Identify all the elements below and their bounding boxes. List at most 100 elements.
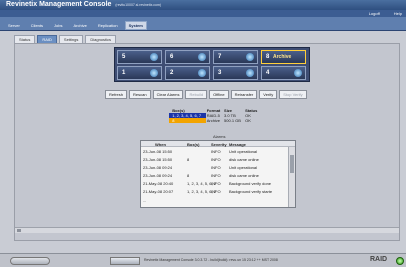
top-bar: Logoff Help [0,10,406,17]
scrollbar-thumb[interactable] [17,229,21,232]
stop-verify-button[interactable]: Stop Verify [279,90,307,99]
alarm-message: Background verify done [229,181,272,186]
drive-status-icon [150,53,158,61]
alarm-row[interactable]: ... [141,197,289,204]
alarm-row[interactable]: 23-Jun-08 15:50 INFO Unit operational [141,148,289,155]
alarm-message: Unit operational [229,165,258,170]
alarm-row[interactable]: 23-Jun-08 09:24 8 INFO disk came online [141,172,289,179]
menu-item-replication[interactable]: Replication [94,21,122,30]
alarm-severity: INFO [211,157,221,162]
status-text: Revinetix Management Console 3.0.3.72 - … [144,258,278,262]
app-title: Revinetix Management Console (revitu1000… [6,1,161,8]
alarm-when: 21-May-08 20:07 [143,189,174,194]
alarm-when: ... [143,198,147,203]
alarm-message: Unit operational [229,149,258,154]
alarms-header: When Box(s) Severity Message [141,141,295,147]
clear-alarms-button[interactable]: Clear Alarms [152,90,184,99]
array-boxes: 1, 2, 3, 4, 5, 6, 7 [171,113,206,118]
col-boxes: Box(s) [187,142,200,147]
drive-status-icon [246,53,254,61]
alarm-when: 23-Jun-08 15:50 [143,157,173,162]
scrollbar-thumb[interactable] [290,155,294,173]
drive-number: 8 [266,54,270,60]
drive-number: 3 [218,70,222,76]
horizontal-scrollbar[interactable] [15,227,399,233]
retransfer-button[interactable]: Retransfer [230,90,258,99]
drive-4[interactable]: 4 [261,66,306,80]
drive-status-icon [198,69,206,77]
drive-number: 5 [122,54,126,60]
array-boxes: 8 [171,118,206,123]
alarm-row[interactable]: 21-May-08 20:40 1, 2, 3, 4, 5, 6, 7 INFO… [141,180,289,187]
drive-5[interactable]: 5 [117,50,162,64]
menu-item-clients[interactable]: Clients [27,21,47,30]
drive-status-icon [198,53,206,61]
drive-status-icon [294,69,302,77]
alarm-when: 23-Jun-08 15:50 [143,149,173,154]
rebuild-button[interactable]: Rebuild [185,90,208,99]
raid-panel: 5 6 7 8 Archive 1 2 3 4 Refresh Rescan C… [14,43,400,241]
logoff-link[interactable]: Logoff [369,11,380,16]
status-indicator [10,257,50,265]
alarms-list[interactable]: When Box(s) Severity Message 23-Jun-08 1… [140,140,296,208]
app-name: Revinetix Management Console [6,1,112,8]
alarm-severity: INFO [211,149,221,154]
array-status: OK [245,118,251,123]
alarm-message: Background verify starte [229,189,273,194]
alarm-row[interactable]: 23-Jun-08 15:50 8 INFO disk came online [141,156,289,163]
alarm-severity: INFO [211,189,221,194]
verify-button[interactable]: Verify [259,90,278,99]
array-format: Archive [206,118,221,123]
alarm-severity: INFO [211,173,221,178]
alarms-scrollbar[interactable] [288,147,295,207]
drive-number: 6 [170,54,174,60]
drive-status-icon [246,69,254,77]
drive-2[interactable]: 2 [165,66,210,80]
drive-number: 1 [122,70,126,76]
col-when: When [155,142,166,147]
drive-1[interactable]: 1 [117,66,162,80]
refresh-button[interactable]: Refresh [105,90,128,99]
raid-status-icon [396,257,404,265]
alarm-severity: INFO [211,165,221,170]
status-indicator [110,257,140,265]
main-menu: Server Clients Jobs Archive Replication … [4,21,147,30]
raid-action-buttons: Refresh Rescan Clear Alarms Rebuild Offl… [105,90,307,99]
drive-7[interactable]: 7 [213,50,258,64]
app-host: (revitu10007.sl.revinetix.com) [115,3,162,7]
drive-bay-panel: 5 6 7 8 Archive 1 2 3 4 [114,47,310,82]
raid-label: RAID [370,256,388,263]
drive-3[interactable]: 3 [213,66,258,80]
offline-button[interactable]: Offline [209,90,229,99]
drive-number: 7 [218,54,222,60]
title-bar: Revinetix Management Console (revitu1000… [0,0,406,10]
alarm-message: disk came online [229,157,259,162]
drive-8-archive[interactable]: 8 Archive [261,50,306,64]
drive-status-icon [150,69,158,77]
menu-item-server[interactable]: Server [4,21,24,30]
alarm-row[interactable]: 21-May-08 20:07 1, 2, 3, 4, 5, 6, 7 INFO… [141,188,289,195]
alarm-message: disk came online [229,173,259,178]
drive-label: Archive [273,54,292,60]
alarm-box: 8 [187,157,190,162]
array-size: 500.1 GB [224,118,241,123]
menu-item-archive[interactable]: Archive [69,21,90,30]
drive-number: 2 [170,70,174,76]
array-table: Box(s) Format Size Status 1, 2, 3, 4, 5,… [169,108,260,123]
col-message: Message [229,142,246,147]
alarm-when: 21-May-08 20:40 [143,181,174,186]
alarm-severity: INFO [211,181,221,186]
rescan-button[interactable]: Rescan [129,90,151,99]
drive-6[interactable]: 6 [165,50,210,64]
menu-item-jobs[interactable]: Jobs [50,21,66,30]
alarm-when: 23-Jun-08 09:24 [143,165,173,170]
menu-bar: Server Clients Jobs Archive Replication … [0,17,406,31]
alarm-row[interactable]: 23-Jun-08 09:24 INFO Unit operational [141,164,289,171]
help-link[interactable]: Help [394,11,402,16]
menu-item-system[interactable]: System [124,21,147,30]
alarms-title: Alarms [213,134,226,139]
array-row-archive[interactable]: 8 Archive 500.1 GB OK [169,118,260,123]
alarm-box: 8 [187,173,190,178]
alarm-when: 23-Jun-08 09:24 [143,173,173,178]
status-bar: Revinetix Management Console 3.0.3.72 - … [0,253,406,267]
